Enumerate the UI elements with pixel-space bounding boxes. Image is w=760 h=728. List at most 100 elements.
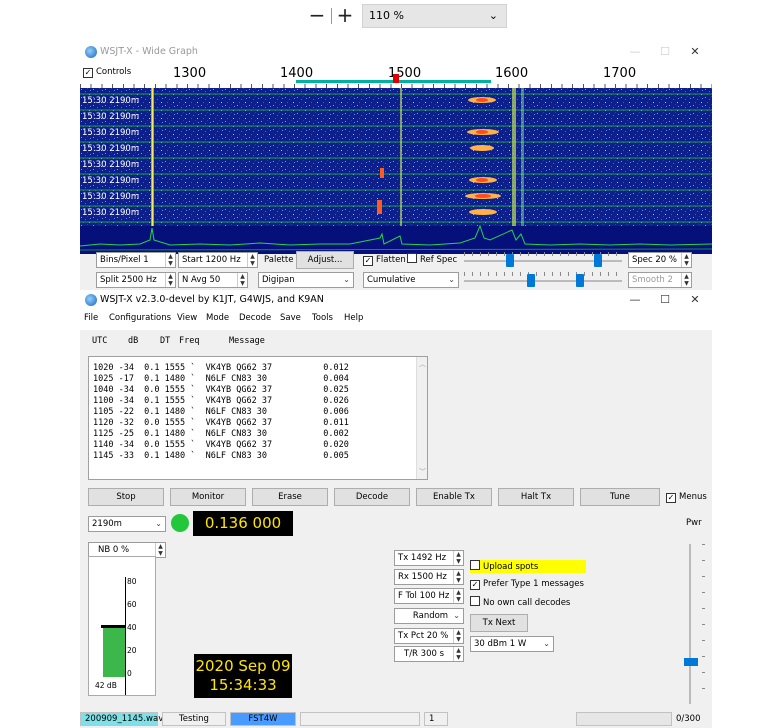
menu-decode[interactable]: Decode xyxy=(239,313,271,323)
spin-arrows-icon[interactable]: ▲ ▼ xyxy=(165,273,175,287)
messages-scrollbar[interactable]: ︿ ﹀ xyxy=(416,357,427,479)
minimize-icon[interactable]: — xyxy=(620,290,650,310)
spin-arrows-icon[interactable]: ▲ ▼ xyxy=(453,551,463,565)
tr-period-spinbox[interactable]: T/R 300 s ▲ ▼ xyxy=(394,646,464,662)
waterfall-display[interactable]: 15:30 2190m 15:30 2190m 15:30 2190m 15:3… xyxy=(80,88,712,254)
power-select[interactable]: 30 dBm 1 W ⌄ xyxy=(470,636,554,652)
bins-per-pixel-spinbox[interactable]: Bins/Pixel 1 ▲ ▼ xyxy=(96,252,176,268)
decode-row[interactable]: 1020 -34 0.1 1555 ` VK4YB QG62 37 0.012 xyxy=(93,363,349,374)
header-utc: UTC xyxy=(92,336,108,346)
prefer-type1-checkbox[interactable]: ✓ Prefer Type 1 messages xyxy=(470,578,584,590)
menu-help[interactable]: Help xyxy=(344,313,363,323)
tune-button[interactable]: Tune xyxy=(580,488,660,506)
scroll-up-icon[interactable]: ︿ xyxy=(419,359,426,369)
spin-arrows-icon[interactable]: ▲ ▼ xyxy=(681,253,691,267)
decoded-messages-list[interactable]: 1020 -34 0.1 1555 ` VK4YB QG62 37 0.012 … xyxy=(88,356,428,480)
spectrum-type-select[interactable]: Cumulative ⌄ xyxy=(363,272,459,288)
maximize-icon[interactable]: ☐ xyxy=(650,42,680,62)
menus-checkbox[interactable]: ✓ Menus xyxy=(666,489,707,505)
band-select[interactable]: 2190m ⌄ xyxy=(88,516,166,532)
erase-button[interactable]: Erase xyxy=(252,488,328,506)
zoom-in-button[interactable]: + xyxy=(334,4,356,28)
checkbox-empty-icon xyxy=(470,560,480,570)
palette-select[interactable]: Digipan ⌄ xyxy=(258,272,354,288)
decode-button[interactable]: Decode xyxy=(334,488,410,506)
chevron-down-icon: ⌄ xyxy=(488,9,498,22)
controls-checkbox[interactable]: ✓ Controls xyxy=(83,67,131,78)
monitor-button[interactable]: Monitor xyxy=(170,488,246,506)
slider-ticks xyxy=(464,272,622,276)
upload-spots-checkbox[interactable]: Upload spots xyxy=(470,560,586,573)
tx-pct-spinbox[interactable]: Tx Pct 20 % ▲ ▼ xyxy=(394,628,464,644)
spin-arrows-icon[interactable]: ▲ ▼ xyxy=(453,647,463,661)
spin-arrows-icon[interactable]: ▲ ▼ xyxy=(453,570,463,584)
minimize-icon[interactable]: — xyxy=(620,42,650,62)
no-own-call-checkbox[interactable]: No own call decodes xyxy=(470,596,570,609)
spin-arrows-icon[interactable]: ▲ ▼ xyxy=(453,629,463,643)
status-mode: FST4W xyxy=(230,712,296,726)
spec-percent-spinbox[interactable]: Spec 20 % ▲ ▼ xyxy=(628,252,692,268)
menu-view[interactable]: View xyxy=(177,313,197,323)
spec-gain-slider-thumb[interactable] xyxy=(527,274,535,287)
wsjtx-app-icon xyxy=(85,46,97,58)
header-dt: DT xyxy=(160,336,171,346)
maximize-icon[interactable]: ☐ xyxy=(650,290,680,310)
menu-save[interactable]: Save xyxy=(280,313,301,323)
start-freq-spinbox[interactable]: Start 1200 Hz ▲ ▼ xyxy=(178,252,258,268)
zero-slider-thumb[interactable] xyxy=(594,254,602,267)
decode-row[interactable]: 1140 -34 0.0 1555 ` VK4YB QG62 37 0.020 xyxy=(93,440,349,451)
random-select[interactable]: Random ⌄ xyxy=(394,608,464,624)
row-label: 15:30 2190m xyxy=(82,192,140,202)
decode-row[interactable]: 1120 -32 0.0 1555 ` VK4YB QG62 37 0.011 xyxy=(93,418,349,429)
halt-tx-button[interactable]: Halt Tx xyxy=(498,488,574,506)
menu-file[interactable]: File xyxy=(84,313,98,323)
ref-spec-checkbox[interactable]: Ref Spec xyxy=(407,252,457,268)
menu-configurations[interactable]: Configurations xyxy=(109,313,171,323)
decode-row[interactable]: 1145 -33 0.1 1480 ` N6LF CN83 30 0.005 xyxy=(93,451,349,462)
row-label: 15:30 2190m xyxy=(82,176,140,186)
decode-row[interactable]: 1125 -25 0.1 1480 ` N6LF CN83 30 0.002 xyxy=(93,429,349,440)
dial-frequency-display: 0.136 000 xyxy=(193,511,293,536)
decode-row[interactable]: 1100 -34 0.1 1555 ` VK4YB QG62 37 0.026 xyxy=(93,396,349,407)
scroll-down-icon[interactable]: ﹀ xyxy=(419,467,426,477)
decode-row[interactable]: 1025 -17 0.1 1480 ` N6LF CN83 30 0.004 xyxy=(93,374,349,385)
ftol-spinbox[interactable]: F Tol 100 Hz ▲ ▼ xyxy=(394,588,464,604)
meter-tick: 20 xyxy=(127,646,137,655)
tx-progress-bar xyxy=(576,712,672,726)
tx-freq-spinbox[interactable]: Tx 1492 Hz ▲ ▼ xyxy=(394,550,464,566)
decode-row[interactable]: 1040 -34 0.0 1555 ` VK4YB QG62 37 0.025 xyxy=(93,385,349,396)
close-icon[interactable]: ✕ xyxy=(680,290,710,310)
tx-next-button[interactable]: Tx Next xyxy=(470,614,528,632)
meter-tick: 0 xyxy=(127,669,132,678)
split-spinbox[interactable]: Split 2500 Hz ▲ ▼ xyxy=(96,272,176,288)
enable-tx-button[interactable]: Enable Tx xyxy=(416,488,492,506)
freq-label-1300: 1300 xyxy=(173,66,207,81)
spin-arrows-icon[interactable]: ▲ ▼ xyxy=(165,253,175,267)
spin-arrows-icon[interactable]: ▲ ▼ xyxy=(247,253,257,267)
rx-freq-spinbox[interactable]: Rx 1500 Hz ▲ ▼ xyxy=(394,569,464,585)
header-message: Message xyxy=(229,336,265,346)
spin-arrows-icon[interactable]: ▲ ▼ xyxy=(155,543,165,557)
power-slider-thumb[interactable] xyxy=(684,658,698,666)
decode-row[interactable]: 1105 -22 0.1 1480 ` N6LF CN83 30 0.006 xyxy=(93,407,349,418)
zoom-level-select[interactable]: 110 % ⌄ xyxy=(362,4,507,28)
power-slider-track[interactable] xyxy=(689,544,691,704)
gain-slider-thumb[interactable] xyxy=(506,254,514,267)
spec-zero-slider-thumb[interactable] xyxy=(576,274,584,287)
smooth-spinbox[interactable]: Smooth 2 ▲ ▼ xyxy=(628,272,692,288)
menu-mode[interactable]: Mode xyxy=(206,313,229,323)
stop-button[interactable]: Stop xyxy=(88,488,164,506)
clock-display: 2020 Sep 09 15:34:33 xyxy=(194,654,292,698)
spin-arrows-icon[interactable]: ▲ ▼ xyxy=(681,273,691,287)
adjust-button[interactable]: Adjust... xyxy=(296,251,354,269)
zoom-out-button[interactable]: − xyxy=(306,4,328,28)
close-icon[interactable]: ✕ xyxy=(680,42,710,62)
spin-arrows-icon[interactable]: ▲ ▼ xyxy=(453,589,463,603)
row-label: 15:30 2190m xyxy=(82,208,140,218)
menu-tools[interactable]: Tools xyxy=(312,313,333,323)
spin-arrows-icon[interactable]: ▲ ▼ xyxy=(237,273,247,287)
n-avg-spinbox[interactable]: N Avg 50 ▲ ▼ xyxy=(178,272,248,288)
spec-slider-track[interactable] xyxy=(464,280,622,282)
rig-status-led-icon xyxy=(171,514,189,532)
flatten-checkbox[interactable]: ✓ Flatten xyxy=(363,252,406,268)
